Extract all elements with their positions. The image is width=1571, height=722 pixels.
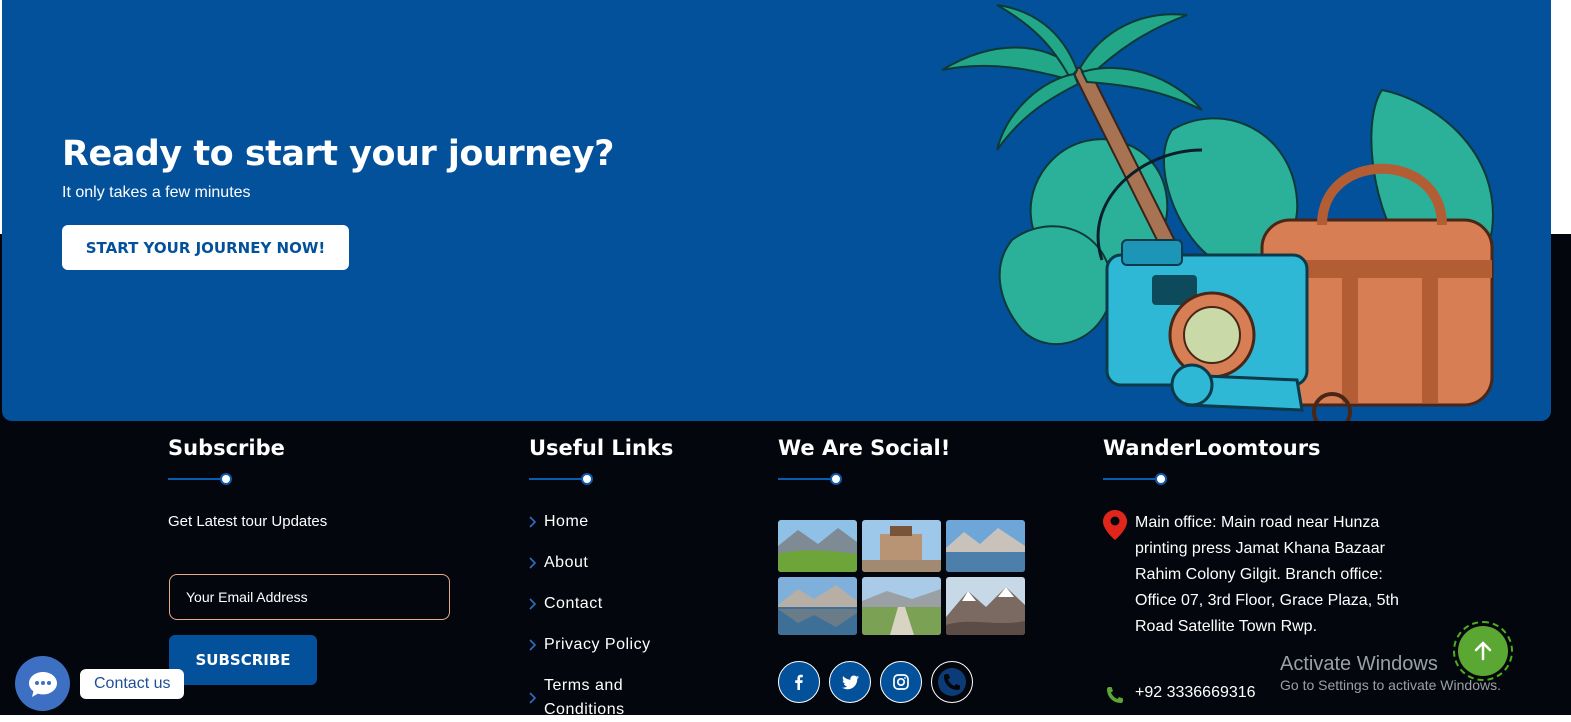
- chevron-right-icon: [529, 551, 539, 575]
- back-to-top-button[interactable]: [1453, 621, 1513, 681]
- link-label: About: [544, 554, 589, 571]
- gallery-photo-valley-meadow[interactable]: [778, 520, 857, 572]
- twitter-icon: [841, 674, 859, 689]
- contact-us-label[interactable]: Contact us: [80, 669, 185, 699]
- facebook-icon: [795, 674, 803, 690]
- company-divider: [1103, 473, 1167, 485]
- subscribe-column: Subscribe: [168, 436, 285, 460]
- phone-icon: [938, 668, 966, 696]
- gallery-photo-snowy-mountain[interactable]: [946, 577, 1025, 635]
- twitter-button[interactable]: [829, 661, 871, 703]
- link-label: Home: [544, 513, 589, 530]
- social-buttons: [778, 661, 973, 703]
- location-pin-icon: [1103, 510, 1127, 540]
- company-column: WanderLoomtours: [1103, 436, 1321, 460]
- phone-link[interactable]: +92 3336669316: [1135, 684, 1256, 702]
- phone-icon: [1107, 687, 1123, 703]
- instagram-button[interactable]: [880, 661, 922, 703]
- subscribe-button[interactable]: SUBSCRIBE: [169, 635, 317, 685]
- phone-button[interactable]: [931, 661, 973, 703]
- link-label: Contact: [544, 595, 603, 612]
- cta-banner: Ready to start your journey? It only tak…: [2, 0, 1551, 421]
- subscribe-divider: [168, 473, 232, 485]
- facebook-button[interactable]: [778, 661, 820, 703]
- useful-links-heading: Useful Links: [529, 436, 674, 460]
- link-privacy-policy[interactable]: Privacy Policy: [529, 633, 651, 657]
- social-heading: We Are Social!: [778, 436, 951, 460]
- start-journey-button[interactable]: START YOUR JOURNEY NOW!: [62, 225, 349, 270]
- gallery-photo-lake-mountains[interactable]: [946, 520, 1025, 572]
- list-item: Terms and Conditions: [529, 674, 651, 718]
- chevron-right-icon: [529, 633, 539, 657]
- list-item: About: [529, 551, 651, 592]
- company-heading: WanderLoomtours: [1103, 436, 1321, 460]
- gallery-photo-lake-reflection[interactable]: [778, 577, 857, 635]
- chevron-right-icon: [529, 510, 539, 534]
- link-home[interactable]: Home: [529, 510, 589, 534]
- chevron-right-icon: [529, 592, 539, 616]
- address-text: Main office: Main road near Hunza printi…: [1135, 514, 1399, 635]
- subscribe-heading: Subscribe: [168, 436, 285, 460]
- useful-links-column: Useful Links: [529, 436, 673, 460]
- useful-links-divider: [529, 473, 593, 485]
- link-about[interactable]: About: [529, 551, 588, 575]
- social-column: We Are Social!: [778, 436, 950, 460]
- arrow-up-icon: [1474, 641, 1492, 661]
- list-item: Home: [529, 510, 651, 551]
- watermark-line-2: Go to Settings to activate Windows.: [1280, 677, 1501, 693]
- social-divider: [778, 473, 842, 485]
- email-input[interactable]: [169, 574, 450, 620]
- list-item: Contact: [529, 592, 651, 633]
- travel-illustration: [941, 4, 1494, 421]
- chevron-right-icon: [529, 686, 539, 710]
- cta-title: Ready to start your journey?: [62, 134, 614, 174]
- link-contact[interactable]: Contact: [529, 592, 603, 616]
- subscribe-text: Get Latest tour Updates: [168, 513, 328, 530]
- cta-subtitle: It only takes a few minutes: [62, 184, 251, 201]
- list-item: Privacy Policy: [529, 633, 651, 674]
- gallery-photo-fort[interactable]: [862, 520, 941, 572]
- link-label: Privacy Policy: [544, 636, 651, 653]
- useful-links-list: Home About Contact Privacy Policy Terms …: [529, 510, 651, 718]
- gallery-photo-road-valley[interactable]: [862, 577, 941, 635]
- chat-widget-button[interactable]: [15, 656, 70, 711]
- chat-bubble-icon: [28, 671, 57, 697]
- instagram-gallery: [778, 520, 1025, 635]
- instagram-icon: [893, 674, 909, 690]
